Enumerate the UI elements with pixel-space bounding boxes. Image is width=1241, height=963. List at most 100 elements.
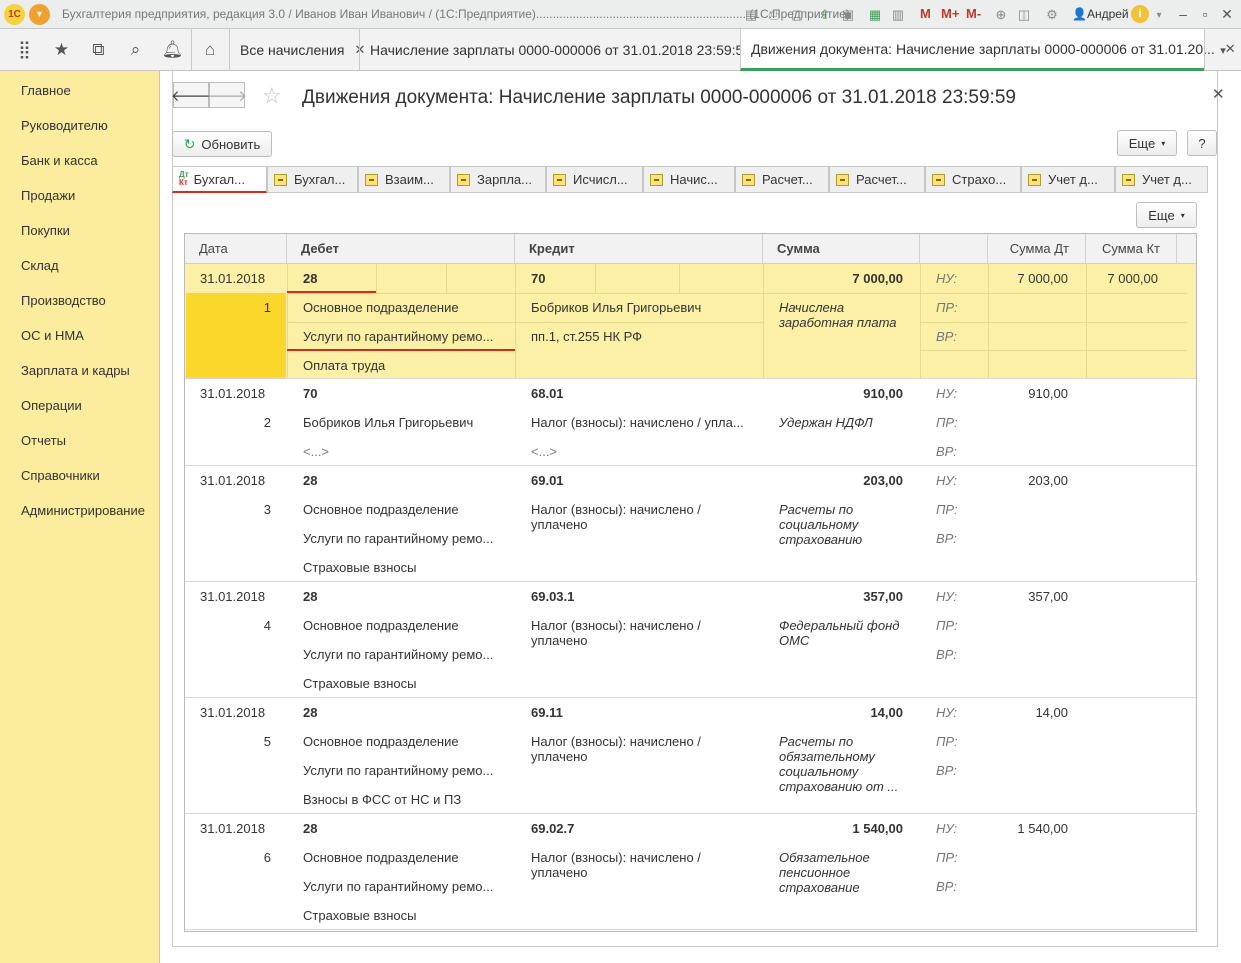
favorite-star-icon[interactable]: ☆ — [262, 83, 282, 109]
arrow-left-icon: 🡐 — [170, 87, 212, 105]
subtab-label: Бухгал... — [294, 172, 346, 187]
cell-credit-subconto-1: Налог (взносы): начислено / уплачено — [531, 618, 701, 648]
col-sum[interactable]: Сумма — [763, 234, 920, 263]
sidebar-item-salary-hr[interactable]: Зарплата и кадры — [21, 363, 130, 378]
user-name[interactable]: 👤Андрей — [1072, 7, 1129, 21]
cell-debit-subconto-2: Услуги по гарантийному ремо... — [303, 763, 494, 778]
cell-date: 31.01.2018 — [200, 589, 266, 604]
subtab-calculations-1[interactable]: Расчет... — [735, 166, 829, 193]
apps-grid-icon[interactable]: ⣿ — [6, 29, 43, 71]
movements-table[interactable]: Дата Дебет Кредит Сумма Сумма Дт Сумма К… — [184, 233, 1197, 932]
subtab-calculations-2[interactable]: Расчет... — [829, 166, 925, 193]
col-tax-type[interactable] — [920, 234, 988, 263]
sidebar-item-production[interactable]: Производство — [21, 293, 106, 308]
tab-document-movements[interactable]: Движения документа: Начисление зарплаты … — [740, 29, 1236, 71]
cell-nu-label: НУ: — [936, 821, 958, 836]
favorites-star-icon[interactable]: ★ — [43, 29, 80, 71]
register-icon — [1028, 173, 1041, 186]
subtab-accounting-data-2[interactable]: Учет д... — [1115, 166, 1208, 193]
subtab-insurance[interactable]: Страхо... — [925, 166, 1021, 193]
sidebar-item-administration[interactable]: Администрирование — [21, 503, 145, 518]
window-icon[interactable]: ◫ — [1015, 6, 1033, 24]
calendar-icon[interactable]: ▥ — [889, 6, 907, 24]
sidebar-item-bank[interactable]: Банк и касса — [21, 153, 98, 168]
app-logo-icon[interactable]: 1С — [4, 4, 25, 25]
arrow-right-icon: 🡒 — [206, 87, 248, 105]
form-close-icon[interactable]: ✕ — [1212, 85, 1225, 103]
dt-kt-icon: Дт Кт — [179, 171, 189, 187]
upload-icon[interactable]: ⇪ — [816, 6, 834, 24]
subtab-accounting-2[interactable]: Бухгал... — [267, 166, 358, 193]
zoom-icon[interactable]: ⊕ — [992, 6, 1010, 24]
memory-m-button[interactable]: M — [920, 6, 931, 21]
save-icon[interactable]: ▤ — [742, 6, 760, 24]
subtab-accounting-1[interactable]: Дт Кт Бухгал... — [172, 166, 267, 193]
subtab-accruals[interactable]: Начис... — [643, 166, 735, 193]
close-icon[interactable]: ✕ — [1216, 4, 1238, 24]
bell-icon[interactable]: 🔔︎ — [154, 29, 191, 71]
more-label: Еще — [1128, 135, 1156, 151]
table-row[interactable]: 31.01.2018 5 28 Основное подразделение У… — [185, 698, 1196, 814]
grid-more-button[interactable]: Еще ▾ — [1136, 202, 1197, 228]
sidebar-item-fixed-assets[interactable]: ОС и НМА — [21, 328, 84, 343]
col-sum-dt[interactable]: Сумма Дт — [988, 234, 1086, 263]
tab-salary-accrual[interactable]: Начисление зарплаты 0000-000006 от 31.01… — [359, 29, 772, 71]
settings-icon[interactable]: ⚙ — [1043, 6, 1061, 24]
sidebar-item-warehouse[interactable]: Склад — [21, 258, 59, 273]
cell-debit-subconto-1: Основное подразделение — [303, 850, 459, 865]
cell-vr-label: ВР: — [936, 879, 957, 894]
col-debit[interactable]: Дебет — [287, 234, 515, 263]
preview-icon[interactable]: ▢ — [788, 6, 806, 24]
subtab-settlements[interactable]: Взаим... — [358, 166, 450, 193]
table-row[interactable]: 31.01.2018 6 28 Основное подразделение У… — [185, 814, 1196, 930]
section-panel: Главное Руководителю Банк и касса Продаж… — [0, 71, 160, 963]
history-icon[interactable]: ⧉ — [80, 29, 117, 71]
memory-mplus-button[interactable]: M+ — [941, 6, 959, 21]
sidebar-item-purchases[interactable]: Покупки — [21, 223, 70, 238]
maximize-icon[interactable]: ▫ — [1194, 4, 1216, 24]
table-row[interactable]: 31.01.2018 1 28 Основное подразделение У… — [185, 264, 1196, 379]
more-button[interactable]: Еще ▾ — [1117, 130, 1177, 156]
subtab-calculated[interactable]: Исчисл... — [546, 166, 643, 193]
subtab-accounting-data-1[interactable]: Учет д... — [1021, 166, 1115, 193]
memory-mminus-button[interactable]: M- — [966, 6, 981, 21]
calculator-icon[interactable]: ▦ — [866, 6, 884, 24]
home-icon[interactable]: ⌂ — [191, 29, 228, 71]
refresh-button[interactable]: ↻ Обновить — [172, 131, 272, 157]
cell-sum: 203,00 — [863, 473, 903, 488]
table-row[interactable]: 31.01.2018 4 28 Основное подразделение У… — [185, 582, 1196, 698]
table-row[interactable]: 31.01.2018 2 70 Бобриков Илья Григорьеви… — [185, 379, 1196, 466]
print-icon[interactable]: ⎙ — [765, 6, 783, 24]
sidebar-item-catalogs[interactable]: Справочники — [21, 468, 100, 483]
col-credit[interactable]: Кредит — [515, 234, 763, 263]
subtab-label: Взаим... — [385, 172, 434, 187]
minimize-icon[interactable]: – — [1172, 4, 1194, 24]
cell-credit-subconto-1: Налог (взносы): начислено / уплачено — [531, 850, 701, 880]
sidebar-item-main[interactable]: Главное — [21, 83, 71, 98]
cell-sum-dt: 14,00 — [1035, 705, 1068, 720]
scan-icon[interactable]: ▣ — [839, 6, 857, 24]
sidebar-item-reports[interactable]: Отчеты — [21, 433, 66, 448]
back-button[interactable]: 🡐 — [170, 82, 212, 108]
table-header: Дата Дебет Кредит Сумма Сумма Дт Сумма К… — [185, 234, 1196, 264]
tabs-dropdown-icon[interactable]: ▾ — [1204, 29, 1241, 71]
tab-all-accruals[interactable]: Все начисления ✕ — [229, 29, 365, 71]
subtab-salary[interactable]: Зарпла... — [450, 166, 546, 193]
tab-label: Движения документа: Начисление зарплаты … — [751, 40, 1215, 57]
info-icon[interactable]: i — [1131, 5, 1149, 23]
table-row[interactable]: 31.01.2018 3 28 Основное подразделение У… — [185, 466, 1196, 582]
sidebar-item-manager[interactable]: Руководителю — [21, 118, 108, 133]
search-icon[interactable]: ⌕ — [117, 29, 154, 71]
forward-button[interactable]: 🡒 — [206, 82, 248, 108]
cell-date: 31.01.2018 — [200, 271, 266, 286]
help-button[interactable]: ? — [1187, 130, 1217, 156]
sidebar-item-operations[interactable]: Операции — [21, 398, 82, 413]
menu-icon[interactable]: ▾ — [1152, 6, 1166, 24]
sidebar-item-sales[interactable]: Продажи — [21, 188, 75, 203]
open-windows-bar: ⣿ ★ ⧉ ⌕ 🔔︎ ⌂ Все начисления ✕ Начисление … — [0, 29, 1241, 71]
col-date[interactable]: Дата — [185, 234, 287, 263]
col-sum-kt[interactable]: Сумма Кт — [1086, 234, 1177, 263]
main-menu-icon[interactable]: ▾ — [29, 4, 50, 25]
register-icon — [650, 173, 663, 186]
grid-more-label: Еще — [1148, 207, 1175, 223]
